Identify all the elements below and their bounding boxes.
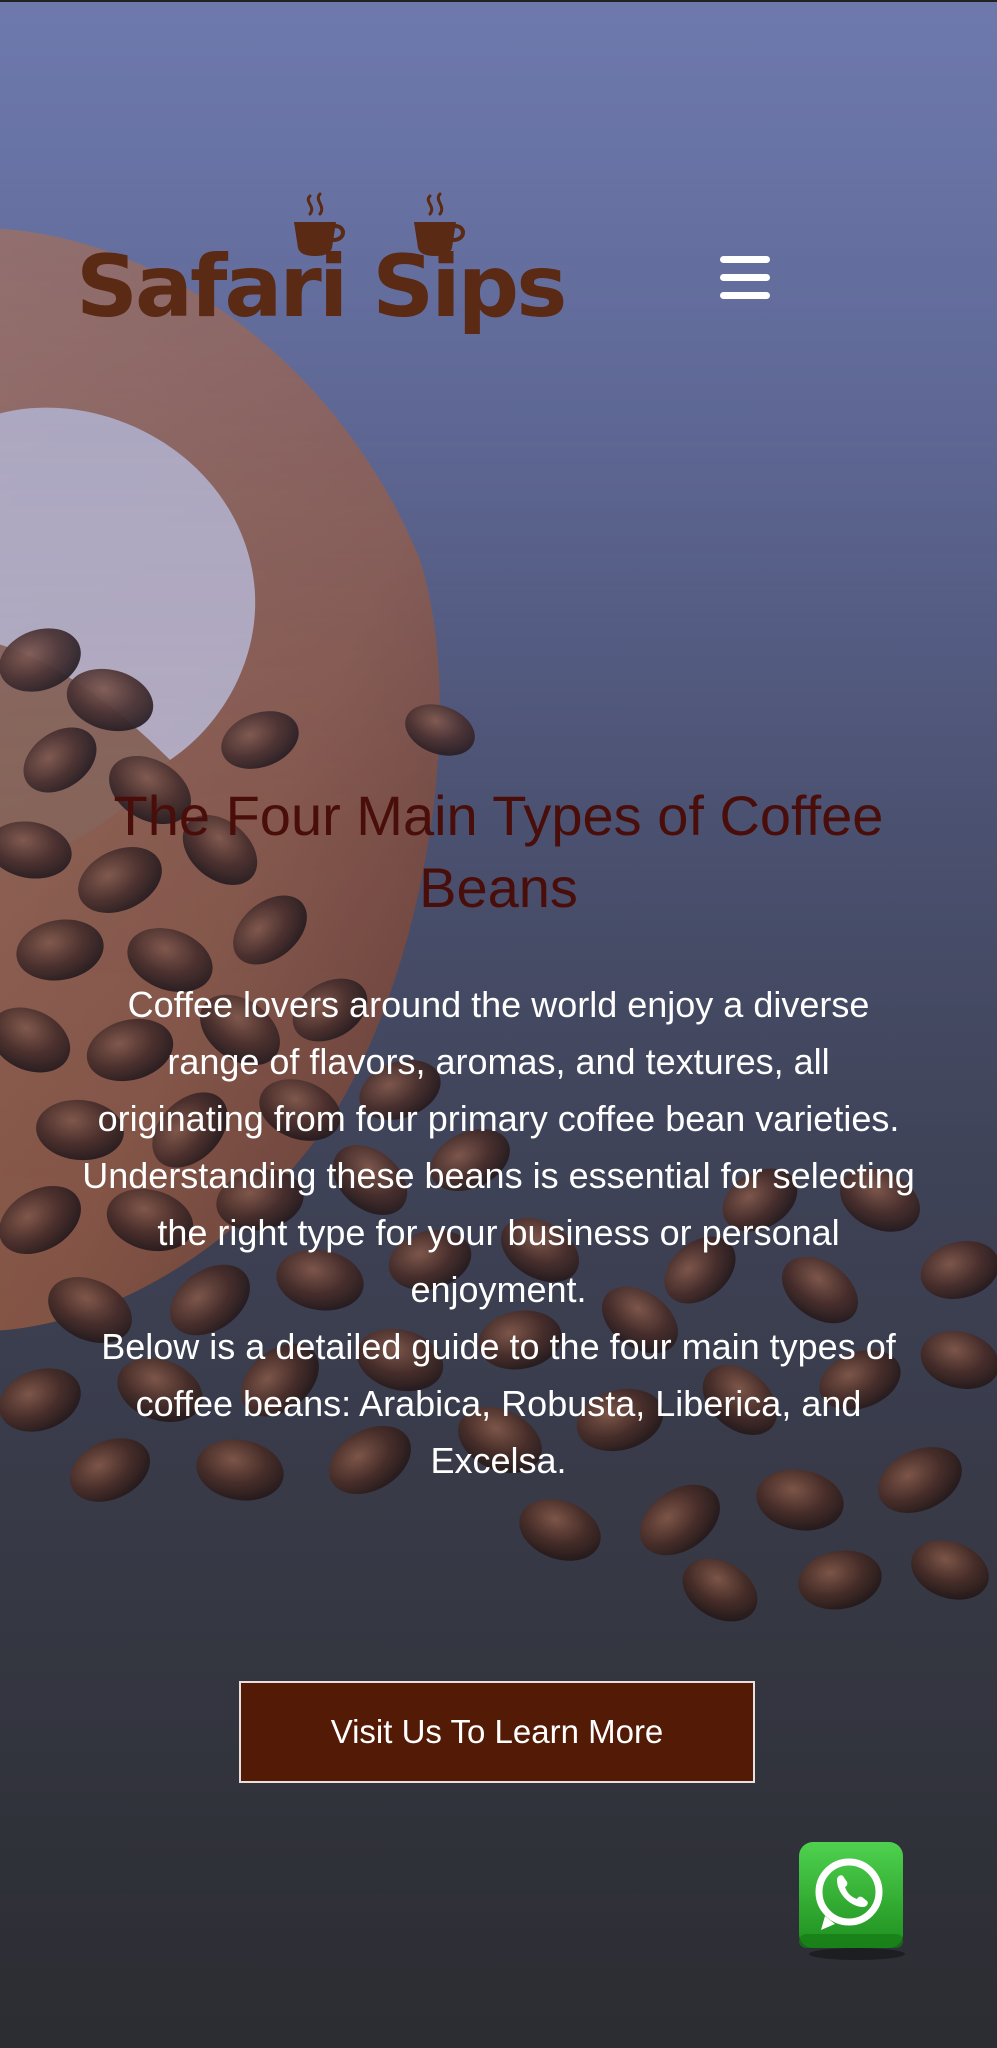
hero-paragraph: Understanding these beans is essential f… [82, 1155, 915, 1310]
menu-bar [720, 292, 770, 299]
hamburger-menu-icon[interactable] [720, 254, 776, 302]
menu-bar [720, 274, 770, 281]
hero-paragraph: Coffee lovers around the world enjoy a d… [97, 984, 900, 1139]
site-header: Safari Sips [0, 0, 997, 360]
visit-us-button[interactable]: Visit Us To Learn More [239, 1681, 755, 1783]
hero-title: The Four Main Types of Coffee Beans [113, 784, 884, 919]
menu-bar [720, 256, 770, 263]
whatsapp-icon[interactable] [795, 1838, 911, 1962]
brand-name: Safari Sips [76, 237, 567, 337]
brand-logo[interactable]: Safari Sips [76, 192, 567, 342]
hero-paragraph: Below is a detailed guide to the four ma… [101, 1326, 896, 1481]
hero-description: Coffee lovers around the world enjoy a d… [80, 976, 917, 1489]
page: Safari Sips The Four Main Types of Coffe… [0, 0, 997, 2048]
